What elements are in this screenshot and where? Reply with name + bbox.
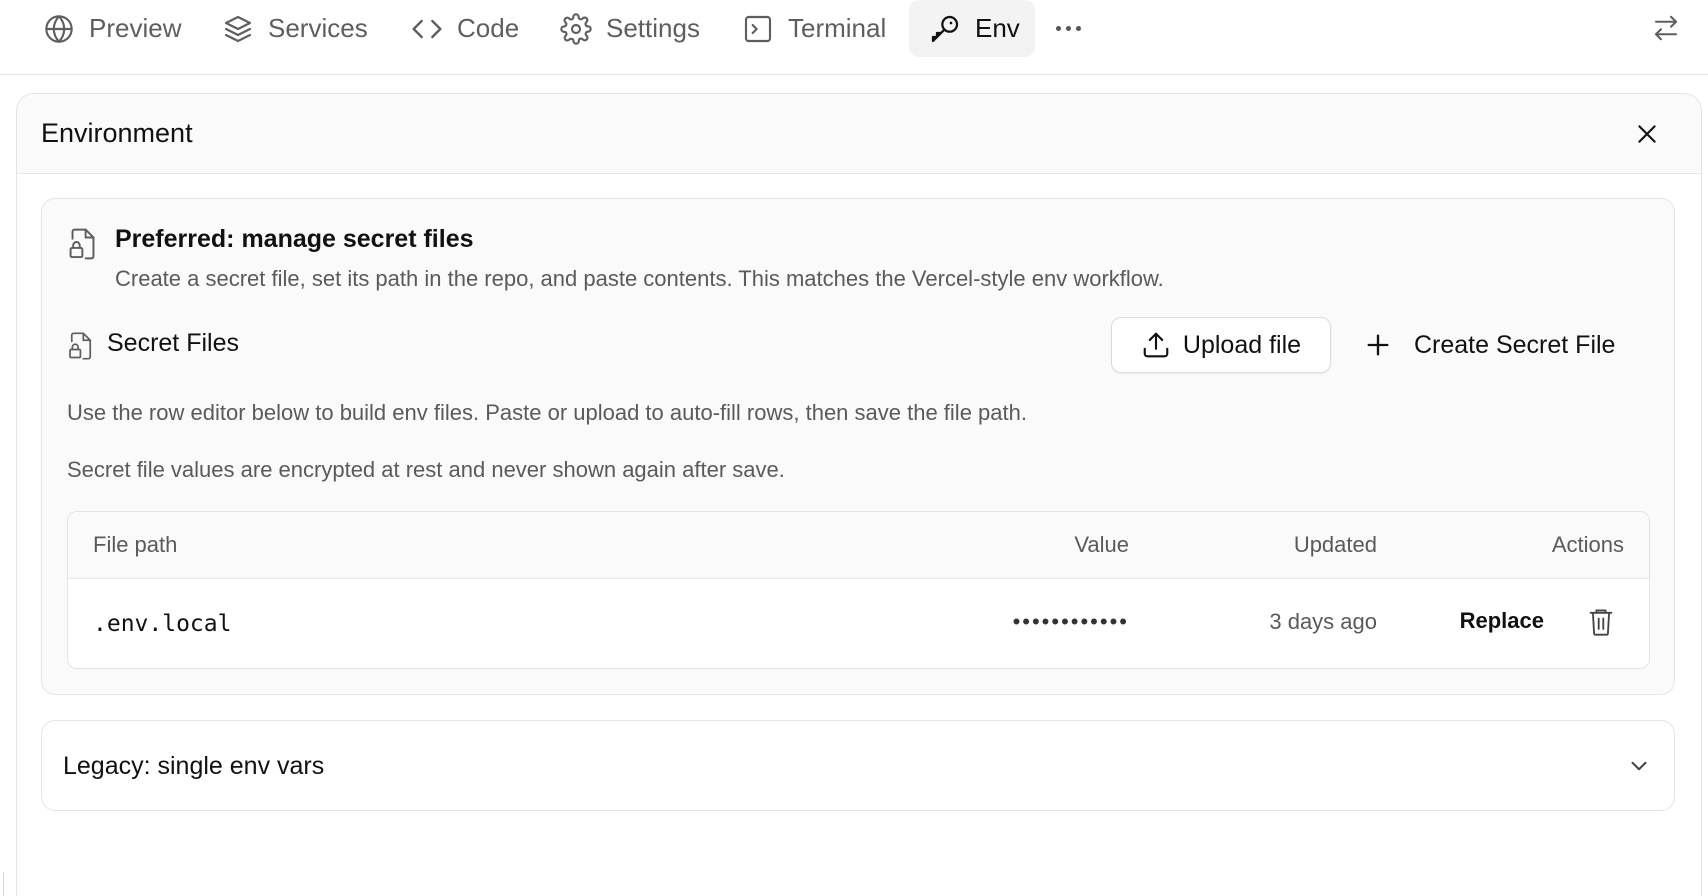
table-header: File path Value Updated Actions <box>68 512 1649 579</box>
tab-label: Env <box>975 13 1020 43</box>
tab-label: Terminal <box>788 13 887 43</box>
secret-files-title: Secret Files <box>107 329 239 357</box>
create-secret-file-label: Create Secret File <box>1414 330 1616 359</box>
tab-settings[interactable]: Settings <box>560 0 700 57</box>
code-icon <box>411 13 443 45</box>
file-lock-icon <box>69 332 92 360</box>
plus-icon <box>1367 334 1389 356</box>
file-path-cell: .env.local <box>93 611 232 637</box>
tab-label: Services <box>268 13 368 43</box>
top-tab-bar: Preview Services Code Settings Terminal … <box>0 0 1708 75</box>
upload-file-label: Upload file <box>1182 330 1302 359</box>
upload-file-button[interactable]: Upload file <box>1111 317 1331 373</box>
legacy-title: Legacy: single env vars <box>63 752 325 780</box>
more-dot <box>1075 25 1081 31</box>
tab-terminal[interactable]: Terminal <box>742 0 886 57</box>
masked-value-cell: •••••••••••• <box>1012 609 1129 634</box>
tab-code[interactable]: Code <box>411 0 519 57</box>
secret-files-card: Preferred: manage secret files Create a … <box>41 198 1675 695</box>
more-dot <box>1065 25 1071 31</box>
tab-preview[interactable]: Preview <box>43 0 181 57</box>
tab-label: Settings <box>606 13 700 43</box>
column-header-value: Value <box>1074 532 1129 557</box>
panel-title: Environment <box>41 118 193 148</box>
tab-label: Preview <box>89 13 182 43</box>
swap-arrows-icon <box>1655 15 1677 41</box>
preferred-description: Create a secret file, set its path in th… <box>115 266 1164 291</box>
file-lock-icon <box>69 228 95 260</box>
edge-divider <box>0 872 4 896</box>
close-button[interactable] <box>1631 118 1663 150</box>
tab-services[interactable]: Services <box>222 0 368 57</box>
trash-icon <box>1589 609 1613 636</box>
layers-icon <box>222 13 254 45</box>
column-header-updated: Updated <box>1293 532 1377 557</box>
secret-files-table: File path Value Updated Actions .env.loc… <box>67 511 1650 669</box>
tab-label: Code <box>457 13 520 43</box>
key-icon <box>929 13 961 45</box>
terminal-icon <box>742 13 774 45</box>
tab-env[interactable]: Env <box>909 0 1035 57</box>
gear-icon <box>560 12 592 45</box>
globe-icon <box>43 13 75 45</box>
more-dot <box>1055 25 1061 31</box>
close-icon <box>1638 125 1656 143</box>
column-header-actions: Actions <box>1551 532 1624 557</box>
chevron-down-icon <box>1631 761 1647 771</box>
column-header-file-path: File path <box>93 532 178 557</box>
updated-cell: 3 days ago <box>1269 609 1377 634</box>
replace-button[interactable]: Replace <box>1460 601 1544 641</box>
more-tabs-button[interactable] <box>1050 8 1086 48</box>
create-secret-file-button[interactable]: Create Secret File <box>1364 317 1664 373</box>
panel-header: Environment <box>17 94 1701 174</box>
upload-icon <box>1143 332 1169 358</box>
legacy-env-vars-section[interactable]: Legacy: single env vars <box>41 720 1675 811</box>
swap-layout-button[interactable] <box>1648 10 1684 46</box>
encryption-note: Secret file values are encrypted at rest… <box>67 457 785 482</box>
preferred-title: Preferred: manage secret files <box>115 225 474 253</box>
delete-button[interactable] <box>1585 605 1617 639</box>
row-editor-help-text: Use the row editor below to build env fi… <box>67 400 1027 425</box>
table-row: .env.local •••••••••••• 3 days ago Repla… <box>68 579 1649 668</box>
